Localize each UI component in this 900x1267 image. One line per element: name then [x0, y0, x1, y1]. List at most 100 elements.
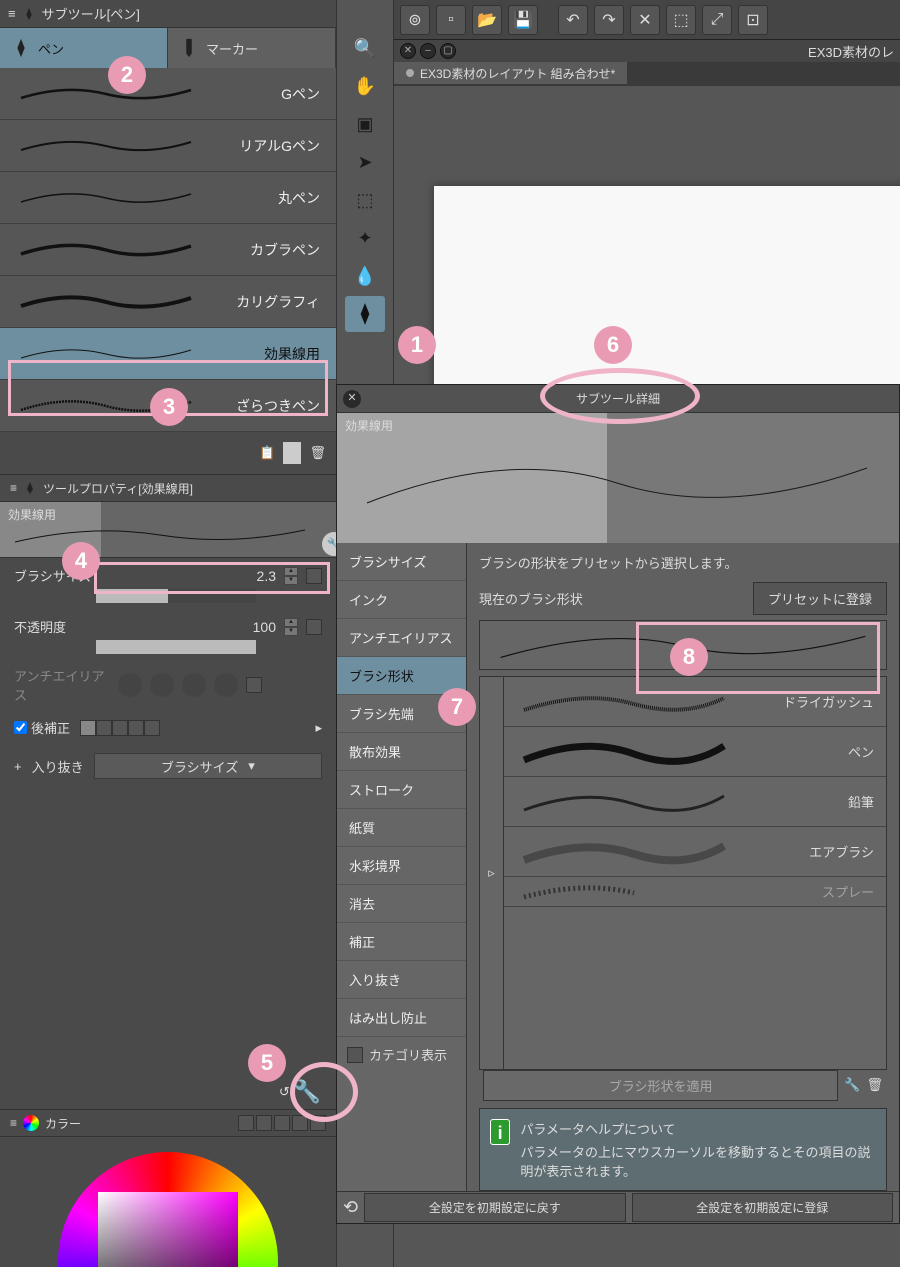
reset-icon[interactable]: ⟲ [343, 1197, 358, 1218]
dirty-dot-icon [406, 69, 414, 77]
cat-antialias[interactable]: アンチエイリアス [337, 619, 466, 657]
wrench-icon[interactable]: 🔧 [294, 1079, 321, 1105]
preset-pencil[interactable]: 鉛筆 [504, 777, 886, 827]
magnifier-icon[interactable]: 🔍 [345, 30, 385, 66]
cat-overflow[interactable]: はみ出し防止 [337, 999, 466, 1037]
arrow-icon[interactable]: ➤ [345, 144, 385, 180]
swirl-icon[interactable]: ⊚ [400, 5, 430, 35]
open-file-icon[interactable]: 📂 [472, 5, 502, 35]
brush-calligraphy[interactable]: カリグラフィ [0, 276, 336, 328]
select-all-icon[interactable]: ⬚ [666, 5, 696, 35]
pc-4[interactable] [128, 720, 144, 736]
opacity-slider[interactable] [96, 640, 256, 654]
new-file-icon[interactable]: ▫ [436, 5, 466, 35]
cat-correction[interactable]: 補正 [337, 923, 466, 961]
save-icon[interactable]: 💾 [508, 5, 538, 35]
aa-option-4[interactable] [214, 673, 238, 697]
cat-watercolor[interactable]: 水彩境界 [337, 847, 466, 885]
clipboard-icon[interactable]: 📋 [259, 445, 275, 461]
register-defaults-button[interactable]: 全設定を初期設定に登録 [632, 1193, 893, 1222]
redo-icon[interactable]: ↷ [594, 5, 624, 35]
preset-scroll-left[interactable]: ▹ [480, 677, 504, 1069]
menu-icon[interactable]: ≡ [10, 481, 17, 495]
chevron-right-icon[interactable]: ▸ [315, 720, 322, 736]
brush-maru-pen[interactable]: 丸ペン [0, 172, 336, 224]
trash-icon[interactable]: 🗑 [866, 1077, 883, 1093]
menu-icon[interactable]: ≡ [8, 6, 16, 21]
transform-icon[interactable]: ⤢ [702, 5, 732, 35]
opacity-link[interactable] [306, 619, 322, 635]
color-tab-2[interactable] [256, 1115, 272, 1131]
aa-option-3[interactable] [182, 673, 206, 697]
wrench-icon[interactable]: 🔧 [844, 1077, 860, 1093]
cat-spray[interactable]: 散布効果 [337, 733, 466, 771]
cat-ink[interactable]: インク [337, 581, 466, 619]
plus-icon[interactable]: + [14, 759, 22, 774]
brush-size-slider[interactable] [96, 589, 256, 603]
pc-5[interactable] [144, 720, 160, 736]
clear-icon[interactable]: ✕ [630, 5, 660, 35]
color-tab-5[interactable] [310, 1115, 326, 1131]
eyedropper-icon[interactable]: 💧 [345, 258, 385, 294]
cat-inout[interactable]: 入り抜き [337, 961, 466, 999]
color-tab-3[interactable] [274, 1115, 290, 1131]
tab-pen-label: ペン [38, 39, 64, 58]
pc-3[interactable] [112, 720, 128, 736]
cube-icon[interactable]: ▣ [345, 106, 385, 142]
cat-stroke[interactable]: ストローク [337, 771, 466, 809]
brush-size-link[interactable] [306, 568, 322, 584]
color-wheel[interactable] [0, 1137, 336, 1267]
window-close-icon[interactable]: ✕ [400, 43, 416, 59]
brush-size-value[interactable]: 2.3 [257, 568, 276, 584]
preset-airbrush[interactable]: エアブラシ [504, 827, 886, 877]
cat-brush-size[interactable]: ブラシサイズ [337, 543, 466, 581]
category-show-checkbox[interactable] [347, 1047, 363, 1063]
cat-erase[interactable]: 消去 [337, 885, 466, 923]
aa-option-1[interactable] [118, 673, 142, 697]
brush-real-g-pen[interactable]: リアルGペン [0, 120, 336, 172]
pen-tool-icon[interactable] [345, 296, 385, 332]
wand-icon[interactable]: ✦ [345, 220, 385, 256]
cat-brush-shape[interactable]: ブラシ形状 [337, 657, 466, 695]
menu-icon[interactable]: ≡ [10, 1116, 17, 1130]
document-tab[interactable]: EX3D素材のレイアウト 組み合わせ* [394, 62, 627, 84]
register-preset-button[interactable]: プリセットに登録 [753, 582, 887, 615]
help-text: パラメータの上にマウスカーソルを移動するとその項目の説明が表示されます。 [520, 1142, 876, 1180]
brush-g-pen[interactable]: Gペン [0, 68, 336, 120]
undo-icon[interactable]: ↶ [558, 5, 588, 35]
preset-dry-gouache[interactable]: ドライガッシュ [504, 677, 886, 727]
pc-1[interactable] [80, 720, 96, 736]
window-minimize-icon[interactable]: – [420, 43, 436, 59]
aa-option-2[interactable] [150, 673, 174, 697]
post-correction-checkbox[interactable] [14, 721, 27, 734]
inout-dropdown[interactable]: ブラシサイズ ▾ [94, 753, 322, 779]
tab-pen[interactable]: ペン [0, 28, 168, 68]
marquee-icon[interactable]: ⬚ [345, 182, 385, 218]
preset-spray[interactable]: スプレー [504, 877, 886, 907]
file-icon[interactable] [283, 442, 301, 464]
opacity-value[interactable]: 100 [253, 619, 276, 635]
hand-icon[interactable]: ✋ [345, 68, 385, 104]
post-correction-label: 後補正 [31, 718, 70, 737]
brush-size-stepper[interactable]: ▲▼ [284, 567, 298, 585]
apply-shape-button[interactable]: ブラシ形状を適用 [483, 1070, 838, 1101]
trash-icon[interactable]: 🗑 [309, 445, 326, 461]
opacity-stepper[interactable]: ▲▼ [284, 618, 298, 636]
preset-pen[interactable]: ペン [504, 727, 886, 777]
cat-paper[interactable]: 紙質 [337, 809, 466, 847]
color-tab-4[interactable] [292, 1115, 308, 1131]
close-icon[interactable]: ✕ [343, 390, 361, 408]
brush-koukasen[interactable]: 効果線用 [0, 328, 336, 380]
aa-link[interactable] [246, 677, 262, 693]
cat-brush-tip[interactable]: ブラシ先端 [337, 695, 466, 733]
reset-defaults-button[interactable]: 全設定を初期設定に戻す [364, 1193, 625, 1222]
preset-list[interactable]: ドライガッシュ ペン 鉛筆 エアブラシ スプレー [504, 677, 886, 1069]
brush-zaratsuki-pen[interactable]: ざらつきペン [0, 380, 336, 432]
tab-marker[interactable]: マーカー [168, 28, 336, 68]
reset-icon[interactable]: ↺ [279, 1084, 290, 1100]
crop-icon[interactable]: ⊡ [738, 5, 768, 35]
window-maximize-icon[interactable]: ▢ [440, 43, 456, 59]
color-tab-1[interactable] [238, 1115, 254, 1131]
pc-2[interactable] [96, 720, 112, 736]
brush-kabura-pen[interactable]: カブラペン [0, 224, 336, 276]
